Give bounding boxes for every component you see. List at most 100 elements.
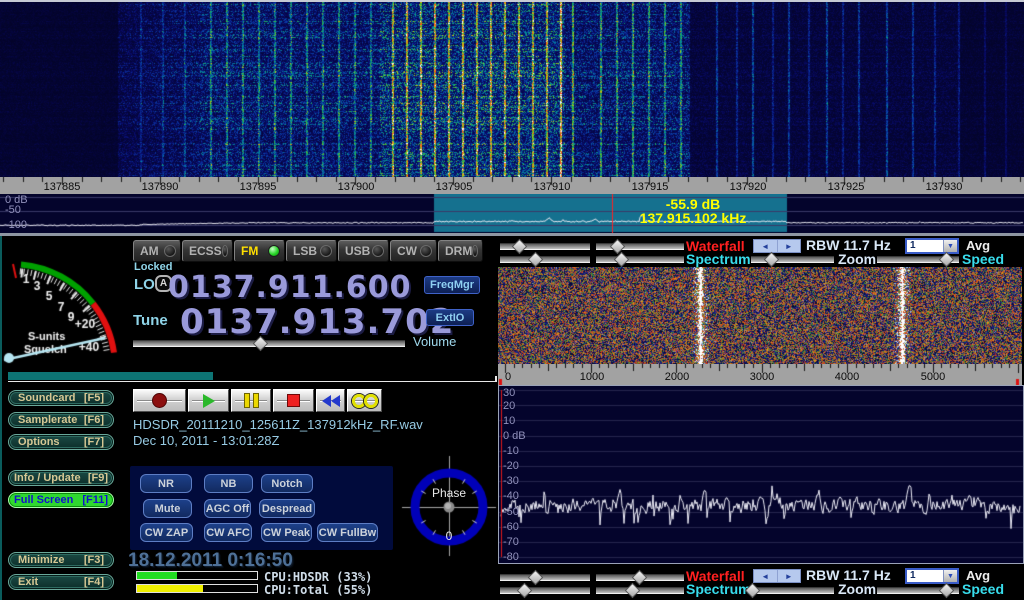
slider-track[interactable] (133, 340, 405, 347)
volume-slider[interactable] (133, 337, 405, 349)
spin-left-icon[interactable]: ◄ (754, 570, 777, 582)
rbw-spinner-bottom[interactable]: ◄► (753, 569, 801, 583)
slider-track[interactable] (500, 256, 590, 263)
slider-thumb[interactable] (632, 570, 648, 586)
mode-button-ecss[interactable]: ECSS (182, 240, 233, 262)
samplerate-button[interactable]: Samplerate[F6] (8, 412, 114, 428)
mode-label: FM (241, 244, 258, 258)
slider-track[interactable] (500, 587, 590, 594)
stop-button[interactable] (273, 389, 314, 412)
mode-button-usb[interactable]: USB (338, 240, 389, 262)
slider-thumb[interactable] (763, 252, 779, 268)
button-key: [F5] (84, 392, 104, 404)
record-button[interactable] (133, 389, 186, 412)
extio-button[interactable]: ExtIO (426, 309, 474, 326)
cw-fullbw-button[interactable]: CW FullBw (317, 523, 378, 542)
despread-button[interactable]: Despread (259, 499, 315, 518)
notch-button[interactable]: Notch (261, 474, 313, 493)
slider-track[interactable] (500, 574, 590, 581)
cw-afc-button[interactable]: CW AFC (204, 523, 252, 542)
slider-thumb[interactable] (938, 252, 954, 268)
zoom-slider-top[interactable] (751, 253, 834, 265)
zoomed-waterfall[interactable] (498, 267, 1022, 364)
agc-off-button[interactable]: AGC Off (204, 499, 251, 518)
avg-dropdown-top[interactable]: 1▼ (905, 238, 959, 254)
slider-thumb[interactable] (614, 252, 630, 268)
play-icon (203, 394, 215, 408)
volume-label: Volume (413, 334, 456, 349)
zoomed-spectrum[interactable] (498, 385, 1024, 564)
spectrum-brightness-slider-top[interactable] (500, 253, 590, 265)
spin-left-icon[interactable]: ◄ (754, 240, 777, 252)
spectrum-contrast-slider-bottom[interactable] (596, 584, 684, 596)
loop-button[interactable] (347, 389, 382, 412)
soundcard-button[interactable]: Soundcard[F5] (8, 390, 114, 406)
frequency-tick-label: 137905 (424, 181, 484, 193)
waterfall-brightness-slider-top[interactable] (500, 240, 590, 252)
spectrum-brightness-slider-bottom[interactable] (500, 584, 590, 596)
spectrum-contrast-slider-top[interactable] (596, 253, 684, 265)
slider-thumb[interactable] (512, 239, 528, 255)
spectrum-label-top[interactable]: Spectrum (686, 251, 751, 267)
main-spectrum[interactable] (0, 194, 1024, 233)
speed-slider-bottom[interactable] (877, 584, 959, 596)
rewind-icon (322, 395, 340, 407)
speed-slider-top[interactable] (877, 253, 959, 265)
waterfall-contrast-slider-bottom[interactable] (596, 571, 684, 583)
cw-zap-button[interactable]: CW ZAP (140, 523, 193, 542)
slider-thumb[interactable] (625, 583, 641, 599)
chevron-down-icon[interactable]: ▼ (943, 240, 957, 252)
slider-thumb[interactable] (938, 583, 954, 599)
spectrum-label-bottom[interactable]: Spectrum (686, 581, 751, 597)
db-tick-label: 30 (503, 387, 547, 399)
exit-button[interactable]: Exit[F4] (8, 574, 114, 590)
waterfall-brightness-slider-bottom[interactable] (500, 571, 590, 583)
frequency-tick-label: 137890 (130, 181, 190, 193)
cpu-total-fill (137, 585, 203, 592)
nb-button[interactable]: NB (204, 474, 253, 493)
rewind-button[interactable] (316, 389, 345, 412)
lo-badge-letter: A (160, 278, 167, 289)
main-waterfall[interactable] (0, 2, 1024, 177)
led-icon (268, 245, 280, 257)
play-button[interactable] (188, 389, 229, 412)
info-update-button[interactable]: Info / Update[F9] (8, 470, 114, 486)
mode-button-lsb[interactable]: LSB (286, 240, 337, 262)
mode-button-am[interactable]: AM (133, 240, 181, 262)
rbw-spinner-top[interactable]: ◄► (753, 239, 801, 253)
frequency-tick-label: 137895 (228, 181, 288, 193)
slider-thumb[interactable] (528, 570, 544, 586)
slider-track[interactable] (751, 587, 834, 594)
nr-button[interactable]: NR (140, 474, 192, 493)
s-meter[interactable] (2, 252, 132, 386)
options-button[interactable]: Options[F7] (8, 434, 114, 450)
cw-peak-button[interactable]: CW Peak (261, 523, 312, 542)
minimize-button[interactable]: Minimize[F3] (8, 552, 114, 568)
mode-button-cw[interactable]: CW (390, 240, 437, 262)
waterfall-contrast-slider-top[interactable] (596, 240, 684, 252)
pause-button[interactable] (231, 389, 271, 412)
spin-right-icon[interactable]: ► (777, 240, 801, 252)
freqmgr-button[interactable]: FreqMgr (424, 276, 480, 294)
lo-frequency-display[interactable]: 0137.911.600 (168, 270, 412, 305)
frequency-tick-label: 137930 (914, 181, 974, 193)
slider-thumb[interactable] (517, 583, 533, 599)
avg-dropdown-bottom[interactable]: 1▼ (905, 568, 959, 584)
spin-right-icon[interactable]: ► (777, 570, 801, 582)
zoom-slider-bottom[interactable] (751, 584, 834, 596)
mute-button[interactable]: Mute (143, 499, 192, 518)
button-label: Minimize (18, 554, 64, 566)
slider-thumb[interactable] (528, 252, 544, 268)
mode-button-fm[interactable]: FM (234, 240, 285, 262)
squelch-bar[interactable] (8, 372, 497, 380)
chevron-down-icon[interactable]: ▼ (943, 570, 957, 582)
slider-track[interactable] (596, 256, 684, 263)
phase-label: Phase (409, 486, 489, 500)
db-tick-label: -70 (503, 536, 547, 548)
full-screen-button[interactable]: Full Screen[F11] (8, 492, 114, 508)
slider-thumb[interactable] (610, 239, 626, 255)
slider-thumb[interactable] (253, 336, 269, 352)
frequency-tick-label: 137915 (620, 181, 680, 193)
mode-label: AM (140, 244, 159, 258)
mode-button-drm[interactable]: DRM (438, 240, 483, 262)
